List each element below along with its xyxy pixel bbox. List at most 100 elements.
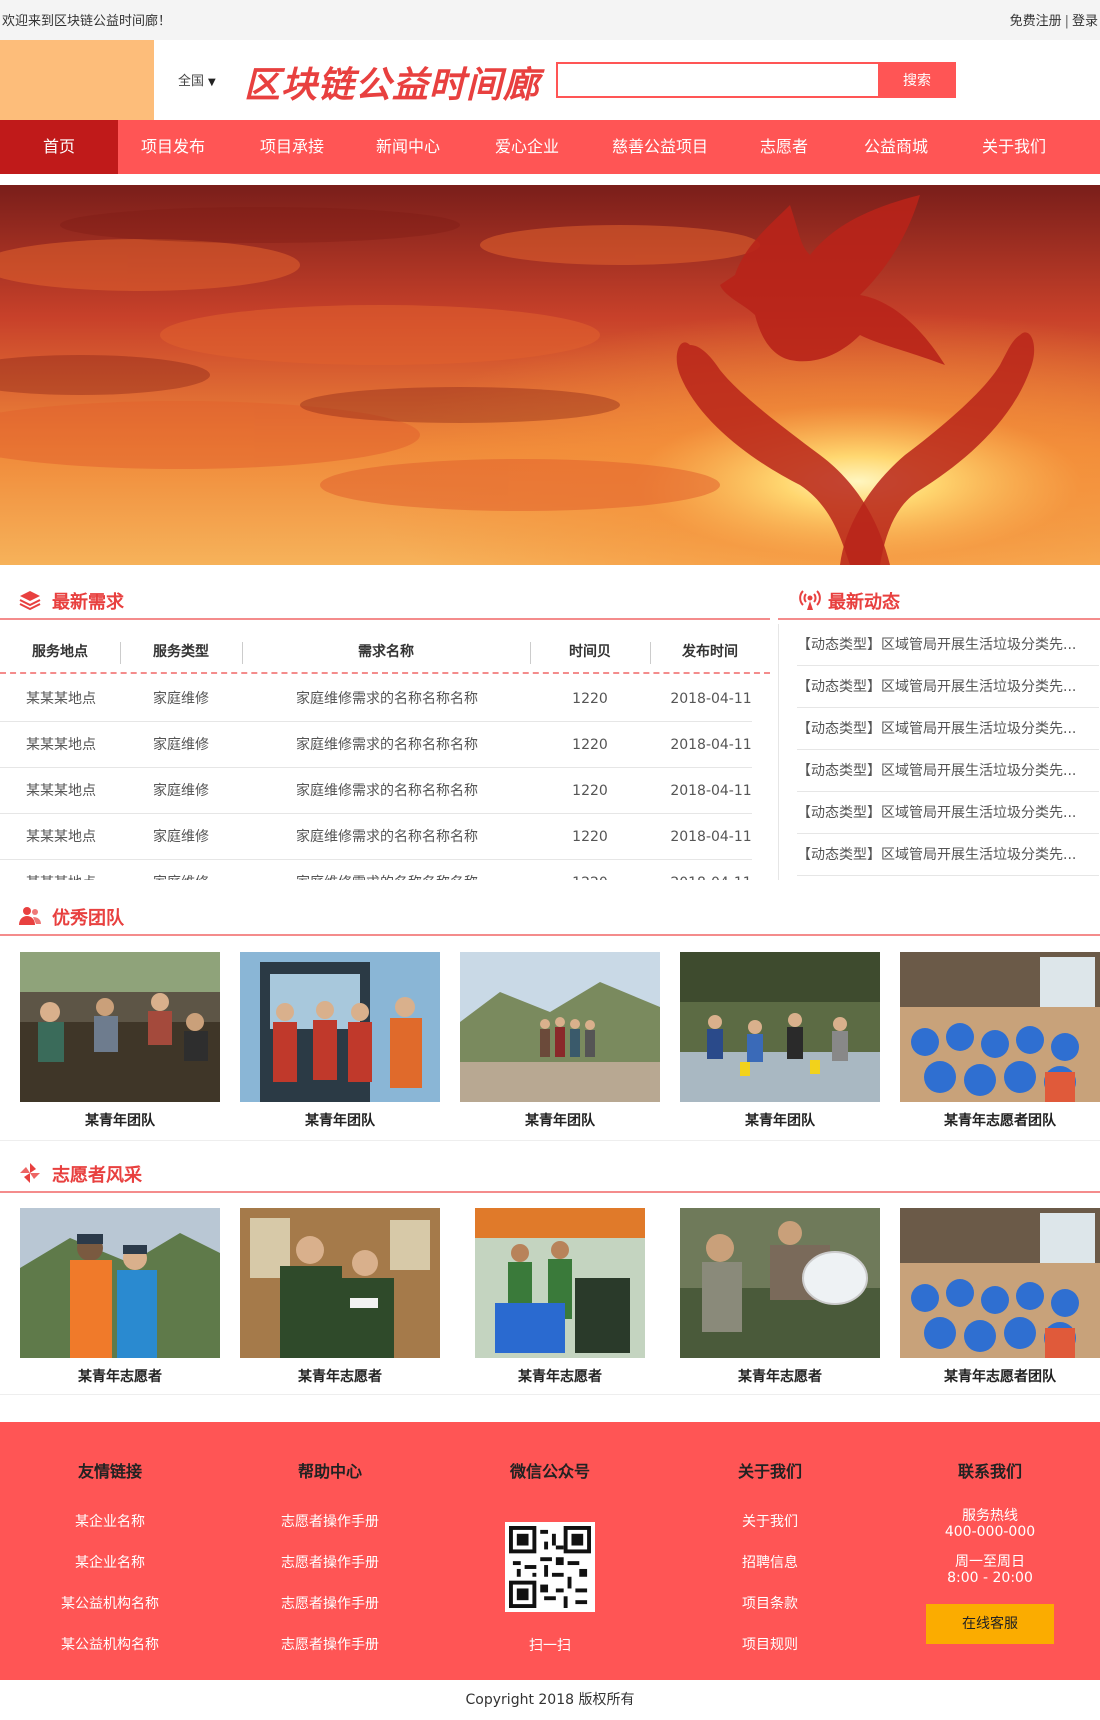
region-label: 全国 [178, 74, 205, 89]
nav-item-home[interactable]: 首页 [0, 120, 118, 174]
news-item[interactable]: 【动态类型】区域管局开展生活垃圾分类先... [797, 666, 1099, 708]
nav-item-volunteers[interactable]: 志愿者 [730, 120, 838, 174]
volunteer-card[interactable]: 某青年志愿者 [240, 1208, 440, 1386]
latest-news-heading: 最新动态 [778, 580, 1100, 620]
table-row[interactable]: 某某某地点 家庭维修 家庭维修需求的名称名称名称 1220 2018-04-11 [0, 814, 752, 860]
team-card[interactable]: 某青年团队 [20, 952, 220, 1130]
column-header-name: 需求名称 [358, 644, 414, 660]
login-link[interactable]: 登录 [1072, 14, 1098, 29]
nav-item-charity-mall[interactable]: 公益商城 [840, 120, 952, 174]
hero-banner[interactable] [0, 185, 1100, 565]
footer-link[interactable]: 关于我们 [660, 1502, 880, 1543]
footer-link[interactable]: 某公益机构名称 [0, 1584, 220, 1625]
cell-name: 家庭维修需求的名称名称名称 [296, 737, 478, 753]
table-row[interactable]: 某某某地点 家庭维修 家庭维修需求的名称名称名称 1220 2018-04-11 [0, 768, 752, 814]
caret-down-icon: ▼ [208, 77, 216, 88]
news-item[interactable]: 【动态类型】区域管局开展生活垃圾分类先... [797, 708, 1099, 750]
footer-heading: 帮助中心 [297, 1462, 362, 1481]
team-card[interactable]: 某青年志愿者团队 [900, 952, 1100, 1130]
footer-link[interactable]: 某企业名称 [0, 1502, 220, 1543]
top-bar: 欢迎来到区块链公益时间廊！ 免费注册 | 登录 [0, 0, 1100, 40]
footer-link[interactable]: 志愿者操作手册 [220, 1584, 440, 1625]
hotline-number: 400-000-000 [944, 1524, 1036, 1540]
site-title: 区块链公益时间廊 [244, 64, 541, 106]
volunteer-cards: 某青年志愿者 某青年志愿者 某青年志愿者 某青年志愿者 某青年志愿者团队 [0, 1208, 1100, 1388]
auth-separator: | [1064, 14, 1069, 29]
search-button[interactable]: 搜索 [878, 62, 956, 98]
nav-item-charity-projects[interactable]: 慈善公益项目 [596, 120, 724, 174]
region-selector[interactable]: 全国 ▼ [178, 70, 216, 89]
footer-link[interactable]: 某企业名称 [0, 1543, 220, 1584]
cell-publish-date: 2018-04-11 [670, 691, 752, 707]
team-name: 某青年团队 [305, 1113, 375, 1129]
cell-time-credits: 1220 [572, 783, 608, 799]
nav-item-project-undertake[interactable]: 项目承接 [234, 120, 350, 174]
team-photo [460, 952, 660, 1102]
demand-table-header: 服务地点 服务类型 需求名称 时间贝 发布时间 [0, 630, 770, 674]
footer-link[interactable]: 志愿者操作手册 [220, 1625, 440, 1666]
volunteer-card[interactable]: 某青年志愿者 [20, 1208, 220, 1386]
cell-name: 家庭维修需求的名称名称名称 [296, 691, 478, 707]
cell-name: 家庭维修需求的名称名称名称 [296, 829, 478, 845]
team-card[interactable]: 某青年团队 [680, 952, 880, 1130]
column-header-location: 服务地点 [32, 644, 88, 660]
news-item[interactable]: 【动态类型】区域管局开展生活垃圾分类先... [797, 750, 1099, 792]
pinwheel-icon [20, 1163, 40, 1183]
volunteer-photo [680, 1208, 880, 1358]
table-row[interactable]: 某某某地点 家庭维修 家庭维修需求的名称名称名称 1220 2018-04-11 [0, 860, 752, 880]
nav-item-news-center[interactable]: 新闻中心 [352, 120, 464, 174]
table-row[interactable]: 某某某地点 家庭维修 家庭维修需求的名称名称名称 1220 2018-04-11 [0, 722, 752, 768]
volunteer-photo [20, 1208, 220, 1358]
footer-help-center: 帮助中心 志愿者操作手册 志愿者操作手册 志愿者操作手册 志愿者操作手册 [220, 1422, 440, 1666]
team-name: 某青年团队 [525, 1113, 595, 1129]
qr-code [505, 1522, 595, 1612]
latest-demand-section: 最新需求 服务地点 服务类型 需求名称 时间贝 发布时间 某某某地点 家庭维修 … [0, 580, 770, 880]
logo-placeholder[interactable] [0, 40, 154, 120]
column-header-time-credits: 时间贝 [569, 644, 611, 660]
news-item[interactable]: 【动态类型】区域管局开展生活垃圾分类先... [797, 624, 1099, 666]
excellent-teams-title: 优秀团队 [52, 908, 124, 929]
footer-link[interactable]: 项目条款 [660, 1584, 880, 1625]
cell-type: 家庭维修 [153, 783, 209, 799]
footer-link[interactable]: 志愿者操作手册 [220, 1502, 440, 1543]
volunteer-name: 某青年志愿者团队 [944, 1369, 1056, 1385]
table-row[interactable]: 某某某地点 家庭维修 家庭维修需求的名称名称名称 1220 2018-04-11 [0, 676, 752, 722]
volunteer-name: 某青年志愿者 [518, 1369, 602, 1385]
cell-location: 某某某地点 [26, 783, 96, 799]
cell-name: 家庭维修需求的名称名称名称 [262, 860, 512, 880]
main-nav: 首页 项目发布 项目承接 新闻中心 爱心企业 慈善公益项目 志愿者 公益商城 关… [0, 120, 1100, 174]
news-item[interactable]: 【动态类型】区域管局开展生活垃圾分类先... [797, 834, 1099, 876]
cell-location: 某某某地点 [26, 829, 96, 845]
online-service-button[interactable]: 在线客服 [926, 1604, 1054, 1644]
search-input[interactable] [556, 62, 878, 98]
news-item[interactable]: 【动态类型】区域管局开展生活垃圾分类先... [797, 792, 1099, 834]
team-card[interactable]: 某青年团队 [240, 952, 440, 1130]
cell-type: 家庭维修 [130, 860, 232, 880]
auth-links: 免费注册 | 登录 [1010, 10, 1098, 29]
nav-item-caring-enterprises[interactable]: 爱心企业 [470, 120, 584, 174]
cell-time-credits: 1220 [540, 860, 640, 880]
footer-link[interactable]: 某公益机构名称 [0, 1625, 220, 1666]
cell-publish-date: 2018-04-11 [670, 783, 752, 799]
team-cards: 某青年团队 某青年团队 某青年团队 某青年团队 某青年志愿者团队 [0, 952, 1100, 1132]
copyright: Copyright 2018 版权所有 [0, 1680, 1100, 1720]
nav-item-about-us[interactable]: 关于我们 [956, 120, 1072, 174]
footer-link[interactable]: 志愿者操作手册 [220, 1543, 440, 1584]
cell-location: 某某某地点 [26, 737, 96, 753]
footer-link[interactable]: 招聘信息 [660, 1543, 880, 1584]
register-link[interactable]: 免费注册 [1010, 14, 1062, 29]
team-photo [900, 952, 1100, 1102]
cell-time-credits: 1220 [572, 691, 608, 707]
volunteer-name: 某青年志愿者 [738, 1369, 822, 1385]
cell-time-credits: 1220 [572, 737, 608, 753]
volunteer-card[interactable]: 某青年志愿者团队 [900, 1208, 1100, 1386]
footer-link[interactable]: 项目规则 [660, 1625, 880, 1666]
footer-heading: 微信公众号 [509, 1462, 590, 1481]
volunteer-photo [240, 1208, 440, 1358]
hours-value: 8:00 - 20:00 [947, 1570, 1033, 1586]
nav-item-project-publish[interactable]: 项目发布 [118, 120, 228, 174]
cell-name: 家庭维修需求的名称名称名称 [296, 783, 478, 799]
volunteer-card[interactable]: 某青年志愿者 [460, 1208, 660, 1386]
team-card[interactable]: 某青年团队 [460, 952, 660, 1130]
volunteer-card[interactable]: 某青年志愿者 [680, 1208, 880, 1386]
